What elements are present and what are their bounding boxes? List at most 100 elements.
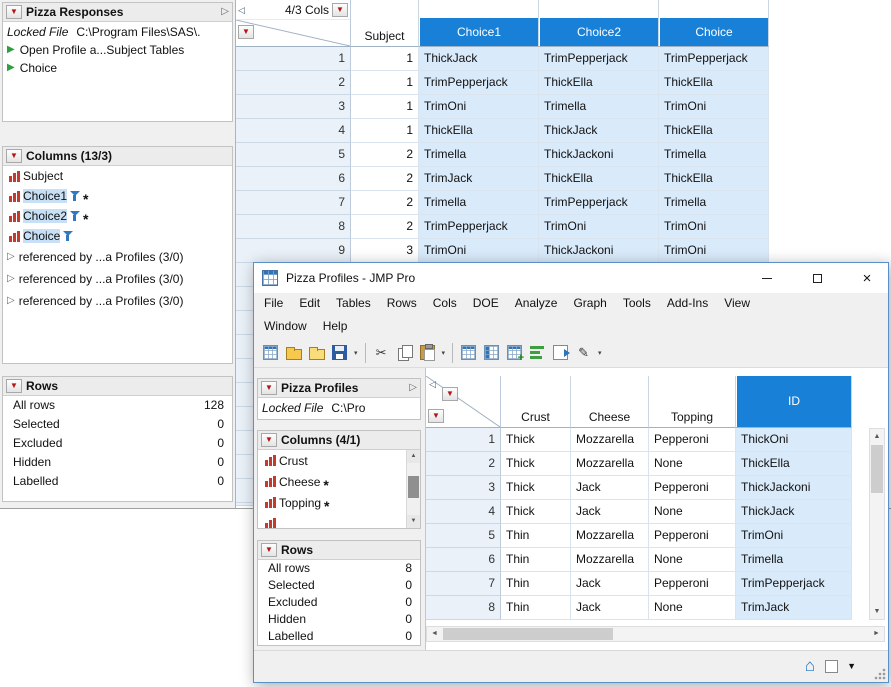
- cell-choice1-row3[interactable]: TrimOni: [419, 95, 539, 119]
- export-button[interactable]: [549, 341, 572, 364]
- column-header-id[interactable]: ID: [736, 376, 852, 428]
- column-item[interactable]: Choice2*: [3, 206, 232, 226]
- expand-group-icon[interactable]: ▷: [7, 273, 15, 285]
- column-item[interactable]: Choice1*: [3, 186, 232, 206]
- cell-choice1-row6[interactable]: TrimJack: [419, 167, 539, 191]
- vertical-scrollbar[interactable]: ▲ ▼: [869, 428, 885, 620]
- column-item[interactable]: Subject: [3, 166, 232, 186]
- expand-group-icon[interactable]: ▷: [7, 295, 15, 307]
- cell-cheese-row7[interactable]: Jack: [571, 572, 649, 596]
- cell-topping-row8[interactable]: None: [649, 596, 736, 620]
- rows-stat-row[interactable]: Labelled0: [3, 472, 232, 491]
- toolbar-dropdown-icon[interactable]: ▾: [354, 349, 358, 357]
- column-group-item[interactable]: ▷referenced by ...a Profiles (3/0): [3, 246, 232, 268]
- row-number-cell[interactable]: 1: [236, 47, 351, 71]
- column-header-topping[interactable]: Topping: [649, 376, 736, 428]
- menu-doe[interactable]: DOE: [465, 293, 507, 316]
- cell-choice-row2[interactable]: ThickElla: [659, 71, 769, 95]
- cell-id-row2[interactable]: ThickElla: [736, 452, 852, 476]
- cell-id-row8[interactable]: TrimJack: [736, 596, 852, 620]
- table-grid-button[interactable]: [480, 341, 503, 364]
- cell-crust-row3[interactable]: Thick: [501, 476, 571, 500]
- maximize-button[interactable]: [796, 263, 838, 293]
- menu-cols[interactable]: Cols: [425, 293, 465, 316]
- cell-cheese-row1[interactable]: Mozzarella: [571, 428, 649, 452]
- row-number-cell[interactable]: 7: [236, 191, 351, 215]
- table-add-button[interactable]: [503, 341, 526, 364]
- rows-stat-row[interactable]: Labelled0: [258, 628, 420, 645]
- cell-choice2-row7[interactable]: TrimPepperjack: [539, 191, 659, 215]
- cell-subject-row5[interactable]: 2: [351, 143, 419, 167]
- row-number-cell[interactable]: 5: [236, 143, 351, 167]
- cell-subject-row9[interactable]: 3: [351, 239, 419, 263]
- row-number-cell[interactable]: 2: [236, 71, 351, 95]
- fg-columns-menu-icon[interactable]: ▼: [261, 433, 277, 447]
- cell-choice2-row2[interactable]: ThickElla: [539, 71, 659, 95]
- scrollbar-thumb[interactable]: [408, 476, 419, 498]
- scroll-left-icon[interactable]: ◄: [427, 627, 442, 641]
- cell-topping-row3[interactable]: Pepperoni: [649, 476, 736, 500]
- paste-button[interactable]: [416, 341, 439, 364]
- cell-crust-row2[interactable]: Thick: [501, 452, 571, 476]
- cell-subject-row8[interactable]: 2: [351, 215, 419, 239]
- cell-topping-row5[interactable]: Pepperoni: [649, 524, 736, 548]
- cell-id-row5[interactable]: TrimOni: [736, 524, 852, 548]
- row-number-cell[interactable]: 5: [426, 524, 501, 548]
- rows-stat-row[interactable]: Excluded0: [3, 434, 232, 453]
- cell-crust-row8[interactable]: Thin: [501, 596, 571, 620]
- fg-collapse-sidebar-icon[interactable]: ◁: [429, 378, 436, 390]
- cell-cheese-row2[interactable]: Mozzarella: [571, 452, 649, 476]
- row-number-cell[interactable]: 6: [426, 548, 501, 572]
- cell-subject-row1[interactable]: 1: [351, 47, 419, 71]
- cell-choice-row6[interactable]: ThickElla: [659, 167, 769, 191]
- column-group-item[interactable]: ▷referenced by ...a Profiles (3/0): [3, 290, 232, 312]
- toolbar-dropdown-icon[interactable]: ▾: [598, 349, 602, 357]
- menu-addins[interactable]: Add-Ins: [659, 293, 716, 316]
- menu-window[interactable]: Window: [256, 316, 315, 338]
- fg-panel-collapse-icon[interactable]: ▷: [409, 382, 417, 394]
- copy-button[interactable]: [393, 341, 416, 364]
- open-folder-button[interactable]: [282, 341, 305, 364]
- table-script-item[interactable]: ▶Choice: [3, 59, 232, 77]
- cell-cheese-row5[interactable]: Mozzarella: [571, 524, 649, 548]
- rows-stat-row[interactable]: Excluded0: [258, 594, 420, 611]
- cell-choice-row3[interactable]: TrimOni: [659, 95, 769, 119]
- cell-choice1-row9[interactable]: TrimOni: [419, 239, 539, 263]
- row-number-cell[interactable]: 6: [236, 167, 351, 191]
- cell-choice1-row2[interactable]: TrimPepperjack: [419, 71, 539, 95]
- cell-choice-row1[interactable]: TrimPepperjack: [659, 47, 769, 71]
- cell-id-row7[interactable]: TrimPepperjack: [736, 572, 852, 596]
- cell-crust-row7[interactable]: Thin: [501, 572, 571, 596]
- cell-choice-row8[interactable]: TrimOni: [659, 215, 769, 239]
- row-number-cell[interactable]: 4: [236, 119, 351, 143]
- cell-choice2-row3[interactable]: Trimella: [539, 95, 659, 119]
- column-header-subject[interactable]: Subject: [351, 0, 419, 47]
- cell-choice2-row4[interactable]: ThickJack: [539, 119, 659, 143]
- menu-help[interactable]: Help: [315, 316, 356, 338]
- cell-crust-row1[interactable]: Thick: [501, 428, 571, 452]
- cell-choice1-row8[interactable]: TrimPepperjack: [419, 215, 539, 239]
- home-icon[interactable]: ⌂: [805, 657, 815, 674]
- menu-tools[interactable]: Tools: [615, 293, 659, 316]
- titlebar[interactable]: Pizza Profiles - JMP Pro ×: [254, 263, 888, 293]
- cell-choice1-row5[interactable]: Trimella: [419, 143, 539, 167]
- row-number-cell[interactable]: 4: [426, 500, 501, 524]
- row-number-cell[interactable]: 8: [236, 215, 351, 239]
- cell-id-row1[interactable]: ThickOni: [736, 428, 852, 452]
- cell-crust-row4[interactable]: Thick: [501, 500, 571, 524]
- green-bars-button[interactable]: [526, 341, 549, 364]
- cell-choice-row9[interactable]: TrimOni: [659, 239, 769, 263]
- row-number-cell[interactable]: 3: [426, 476, 501, 500]
- column-header-choice[interactable]: Choice: [659, 0, 769, 47]
- menu-tables[interactable]: Tables: [328, 293, 379, 316]
- cell-crust-row6[interactable]: Thin: [501, 548, 571, 572]
- fg-grid-columns-menu-icon[interactable]: ▼: [442, 387, 458, 401]
- resize-grip[interactable]: [873, 667, 886, 680]
- scroll-down-icon[interactable]: ▼: [870, 604, 884, 619]
- cell-topping-row2[interactable]: None: [649, 452, 736, 476]
- cell-subject-row4[interactable]: 1: [351, 119, 419, 143]
- scroll-up-icon[interactable]: ▲: [407, 450, 420, 463]
- cell-choice2-row6[interactable]: ThickElla: [539, 167, 659, 191]
- rows-menu-icon[interactable]: ▼: [6, 379, 22, 393]
- fg-grid-rows-menu-icon[interactable]: ▼: [428, 409, 444, 423]
